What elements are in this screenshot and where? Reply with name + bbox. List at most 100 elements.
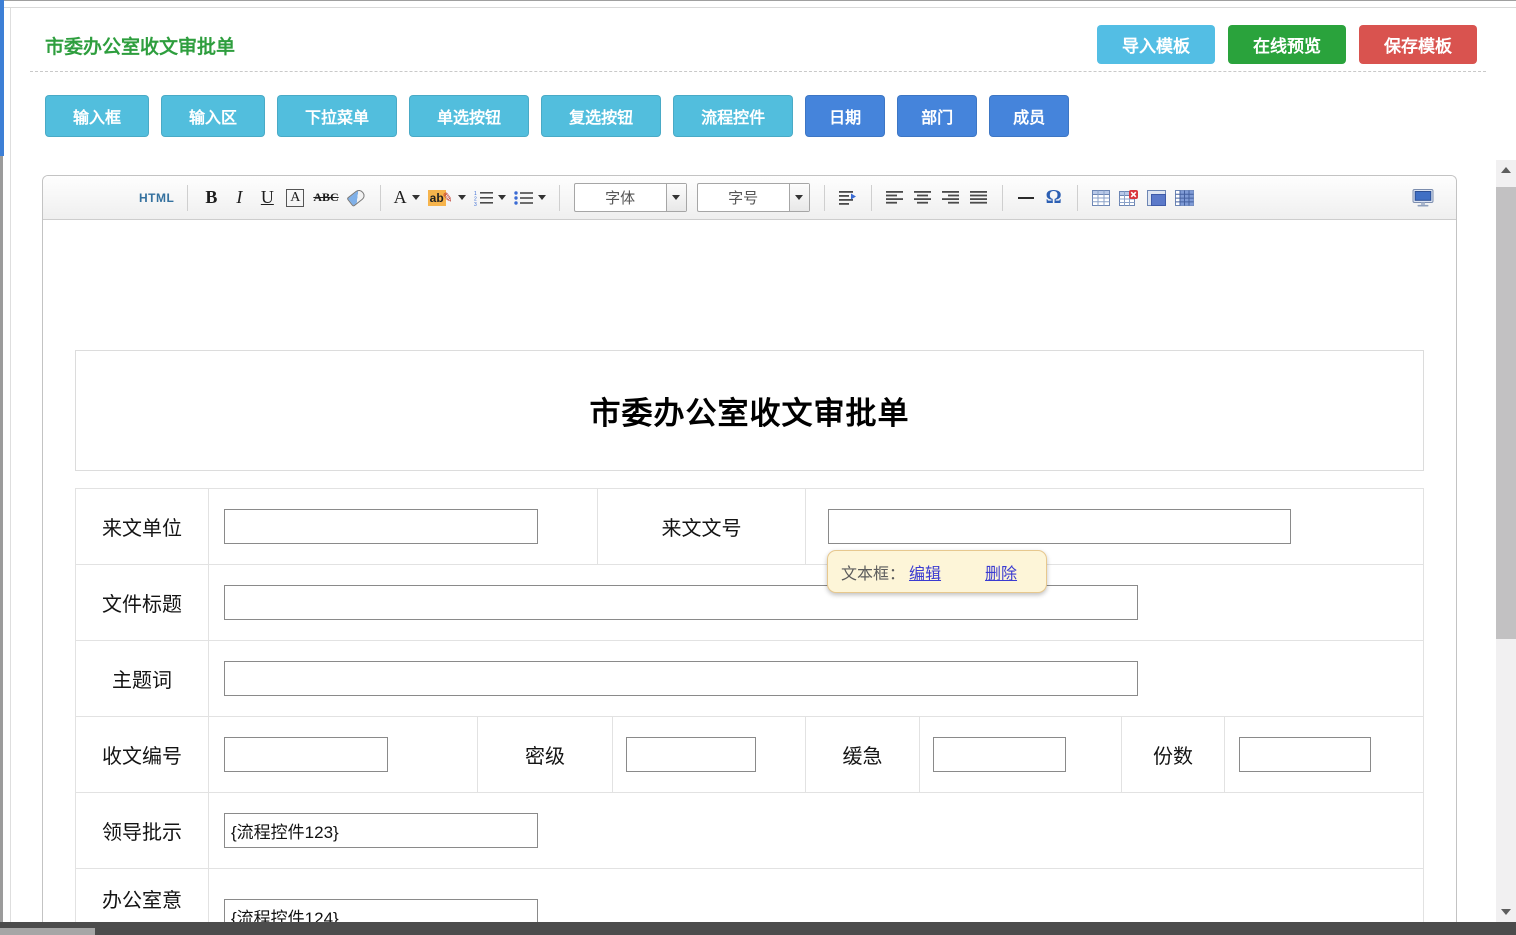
eraser-button[interactable] [344, 183, 370, 213]
chevron-down-icon [538, 195, 546, 200]
add-flow-control-button[interactable]: 流程控件 [673, 95, 793, 137]
font-size-select[interactable]: 字号 [697, 183, 810, 212]
toolbar-separator [559, 185, 560, 211]
font-family-select[interactable]: 字体 [574, 183, 687, 212]
align-justify-button[interactable] [966, 183, 992, 213]
document-title-block[interactable]: 市委办公室收文审批单 [75, 350, 1424, 471]
subject-words-input[interactable] [224, 661, 1138, 696]
underline-button[interactable]: U [254, 183, 280, 213]
horizontal-rule-button[interactable] [1013, 183, 1039, 213]
template-actions: 导入模板 在线预览 保存模板 [1097, 25, 1477, 64]
field-label-incoming-unit: 来文单位 [102, 512, 182, 541]
add-department-button[interactable]: 部门 [897, 95, 977, 137]
cell-properties-icon [1175, 190, 1194, 206]
left-edge-border [0, 156, 3, 922]
field-label-leader-instructions: 领导批示 [102, 816, 182, 845]
insert-table-button[interactable] [1088, 183, 1114, 213]
arrow-up-icon [1501, 167, 1511, 173]
chevron-down-icon [672, 195, 680, 200]
toolbar-separator [187, 185, 188, 211]
window-bottom-bar-segment [0, 928, 95, 935]
edit-control-link[interactable]: 编辑 [909, 560, 941, 584]
special-character-button[interactable]: Ω [1041, 183, 1067, 213]
incoming-doc-number-input[interactable] [828, 509, 1291, 544]
indent-icon [839, 190, 857, 206]
html-source-button[interactable]: HTML [136, 183, 177, 213]
unordered-list-button[interactable] [511, 183, 549, 213]
align-center-button[interactable] [910, 183, 936, 213]
delete-control-link[interactable]: 删除 [985, 560, 1017, 584]
field-label-security-level: 密级 [525, 740, 565, 769]
header-divider [30, 71, 1486, 72]
field-label-receipt-number: 收文编号 [102, 740, 182, 769]
tooltip-label: 文本框： [841, 560, 905, 584]
save-template-button[interactable]: 保存模板 [1359, 25, 1477, 64]
fullscreen-preview-button[interactable] [1409, 183, 1437, 213]
page-title: 市委办公室收文审批单 [45, 32, 235, 59]
align-justify-icon [970, 190, 987, 206]
add-member-button[interactable]: 成员 [989, 95, 1069, 137]
component-toolbar: 输入框 输入区 下拉菜单 单选按钮 复选按钮 流程控件 日期 部门 成员 [45, 95, 1069, 137]
arrow-down-icon [1501, 909, 1511, 915]
add-checkbox-button[interactable]: 复选按钮 [541, 95, 661, 137]
highlight-color-button[interactable]: ab ✎ [425, 183, 469, 213]
urgency-input[interactable] [933, 737, 1066, 772]
table-properties-button[interactable] [1144, 183, 1170, 213]
strikethrough-button[interactable]: ABC [310, 183, 341, 213]
field-label-office-opinion: 办公室意 [102, 884, 182, 913]
chevron-down-icon [498, 195, 506, 200]
chevron-down-icon [795, 195, 803, 200]
eraser-icon [347, 188, 367, 207]
table-row: 文件标题 [76, 565, 1423, 641]
field-label-document-title: 文件标题 [102, 588, 182, 617]
page-left-border [10, 8, 11, 922]
scrollbar-thumb[interactable] [1496, 187, 1516, 639]
toolbar-separator [1002, 185, 1003, 211]
copies-input[interactable] [1239, 737, 1371, 772]
import-template-button[interactable]: 导入模板 [1097, 25, 1215, 64]
toolbar-separator [1077, 185, 1078, 211]
monitor-icon [1412, 189, 1434, 207]
align-right-button[interactable] [938, 183, 964, 213]
leader-instructions-input[interactable] [224, 813, 538, 848]
align-left-icon [886, 190, 903, 206]
add-textarea-button[interactable]: 输入区 [161, 95, 265, 137]
add-date-button[interactable]: 日期 [805, 95, 885, 137]
ordered-list-button[interactable]: 1 2 3 [471, 183, 509, 213]
field-label-urgency: 缓急 [843, 740, 883, 769]
svg-text:3: 3 [474, 202, 477, 206]
add-radio-button[interactable]: 单选按钮 [409, 95, 529, 137]
add-input-box-button[interactable]: 输入框 [45, 95, 149, 137]
editor-content-area[interactable]: 市委办公室收文审批单 来文单位 来文文号 [43, 220, 1456, 935]
insert-table-icon [1092, 190, 1110, 206]
table-row: 主题词 [76, 641, 1423, 717]
security-level-input[interactable] [626, 737, 756, 772]
approval-form-table: 来文单位 来文文号 文件标题 [75, 488, 1424, 935]
online-preview-button[interactable]: 在线预览 [1228, 25, 1346, 64]
scroll-up-button[interactable] [1496, 160, 1516, 180]
field-label-incoming-doc-number: 来文文号 [662, 512, 742, 541]
italic-button[interactable]: I [226, 183, 252, 213]
scroll-down-button[interactable] [1496, 902, 1516, 922]
align-center-icon [914, 190, 931, 206]
table-row: 收文编号 密级 缓急 份数 [76, 717, 1423, 793]
align-right-icon [942, 190, 959, 206]
table-properties-icon [1147, 190, 1166, 206]
font-color-button[interactable]: A [391, 183, 423, 213]
cell-properties-button[interactable] [1172, 183, 1198, 213]
receipt-number-input[interactable] [224, 737, 388, 772]
indent-button[interactable] [835, 183, 861, 213]
left-edge-accent [0, 0, 4, 156]
control-tooltip: 文本框： 编辑 删除 [827, 550, 1047, 593]
align-left-button[interactable] [882, 183, 908, 213]
incoming-unit-input[interactable] [224, 509, 538, 544]
window-bottom-bar [0, 922, 1516, 935]
boxed-letter-button[interactable]: A [282, 183, 308, 213]
editor-toolbar: HTML B I U A ABC A ab ✎ 1 2 3 [43, 176, 1456, 220]
bold-button[interactable]: B [198, 183, 224, 213]
chevron-down-icon [412, 195, 420, 200]
vertical-scrollbar[interactable] [1496, 160, 1516, 922]
delete-table-button[interactable] [1116, 183, 1142, 213]
add-dropdown-button[interactable]: 下拉菜单 [277, 95, 397, 137]
document-title: 市委办公室收文审批单 [590, 388, 910, 433]
